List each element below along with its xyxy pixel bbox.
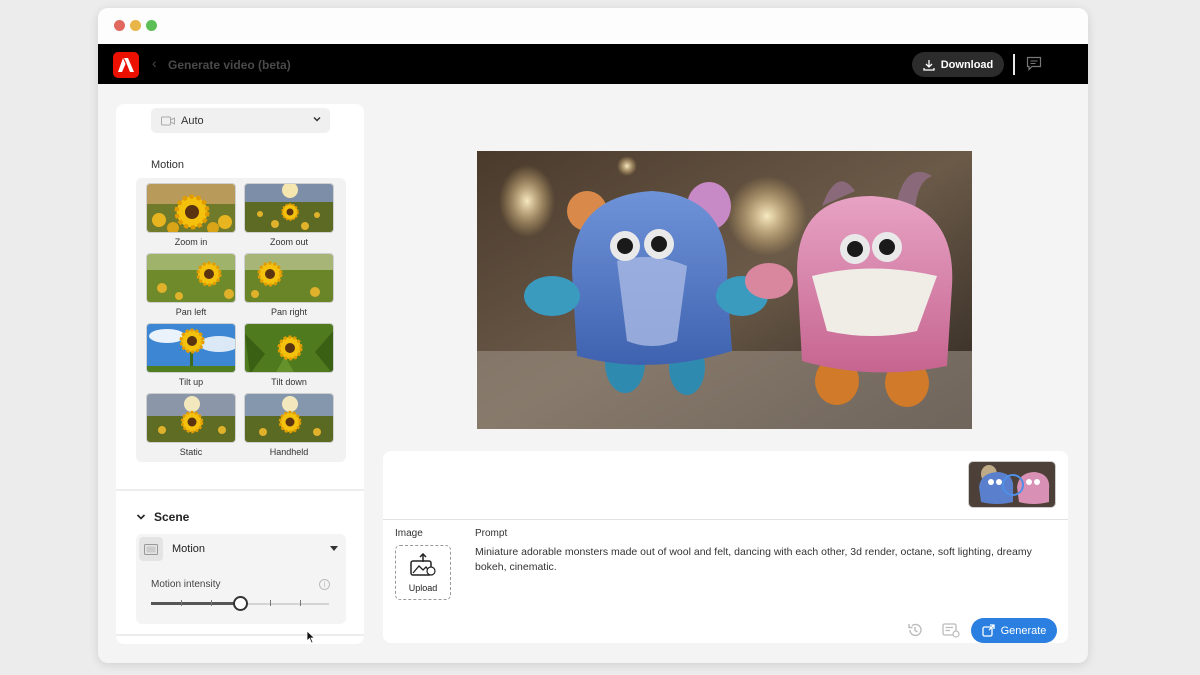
motion-intensity-label: Motion intensity [151,579,221,590]
upload-image-icon [410,552,436,576]
scene-section-title: Scene [154,510,190,524]
page-title: Generate video (beta) [168,58,291,72]
info-icon[interactable]: i [319,579,330,590]
caret-down-icon [330,546,338,551]
prompt-panel: Image Prompt Upload Miniature adorable m… [383,451,1068,643]
preset-label: Tilt down [271,377,307,387]
upload-image-button[interactable]: Upload [395,545,451,600]
slider-tick [211,600,212,606]
preset-label: Zoom in [174,237,208,247]
preset-label: Tilt up [178,377,204,387]
preset-label: Zoom out [269,237,309,247]
prompt-settings-icon[interactable] [942,622,960,638]
chevron-down-icon [136,514,146,520]
download-label: Download [940,58,994,71]
download-icon [923,59,935,71]
chevron-down-icon [313,116,321,122]
sidebar-divider [116,489,364,491]
preset-label: Pan left [175,307,207,317]
prompt-label: Prompt [475,528,508,539]
motion-intensity-slider[interactable] [151,596,329,611]
preset-thumbnail [146,183,236,233]
motion-preset-pan-left[interactable]: Pan left [146,253,236,317]
slider-tick [270,600,271,606]
generate-button[interactable]: Generate [971,618,1057,643]
app-header: ‹ Generate video (beta) Download [98,44,1088,84]
motion-preset-zoom-out[interactable]: Zoom out [244,183,334,247]
motion-preset-tilt-down[interactable]: Tilt down [244,323,334,387]
motion-preset-tilt-up[interactable]: Tilt up [146,323,236,387]
preset-label: Pan right [270,307,308,317]
preset-thumbnail [244,183,334,233]
scene-type-value: Motion [172,543,206,555]
slider-tick [300,600,301,606]
motion-heading: Motion [151,159,185,171]
preset-label: Static [179,447,203,457]
window-titlebar [98,8,1088,44]
feedback-icon[interactable] [1026,56,1042,71]
motion-preset-pan-right[interactable]: Pan right [244,253,334,317]
upload-label: Upload [408,583,438,593]
download-button[interactable]: Download [912,52,1004,77]
minimize-window-button[interactable] [130,20,141,31]
motion-preset-zoom-in[interactable]: Zoom in [146,183,236,247]
motion-preset-grid: Zoom in Zoom out Pan left Pan right Tilt… [136,178,346,462]
prompt-textarea[interactable]: Miniature adorable monsters made out of … [475,545,1055,575]
image-label: Image [395,528,423,539]
sidebar-divider [116,634,364,636]
maximize-window-button[interactable] [146,20,157,31]
preset-thumbnail [244,323,334,373]
scene-section-toggle[interactable]: Scene [136,510,189,524]
slider-tick [181,600,182,606]
camera-icon [161,116,175,125]
app-window: ‹ Generate video (beta) Download Auto Mo… [98,8,1088,663]
slider-fill [151,602,240,605]
history-icon[interactable] [907,622,923,638]
generate-label: Generate [1000,624,1047,637]
preset-thumbnail [244,253,334,303]
adobe-logo-icon[interactable] [113,52,139,78]
preset-thumbnail [146,393,236,443]
settings-sidebar: Auto Motion Zoom in Zoom out Pan left Pa… [116,104,364,644]
generate-icon [981,624,995,637]
camera-select-dropdown[interactable]: Auto [151,108,330,133]
video-preview[interactable] [477,151,972,429]
preset-thumbnail [146,253,236,303]
preset-thumbnail [146,323,236,373]
header-divider [1013,54,1015,75]
motion-preset-handheld[interactable]: Handheld [244,393,334,457]
slider-handle[interactable] [233,596,248,611]
camera-select-value: Auto [181,114,204,127]
scene-type-icon [139,537,163,561]
close-window-button[interactable] [114,20,125,31]
mouse-cursor-icon [306,630,316,644]
motion-preset-static[interactable]: Static [146,393,236,457]
generated-video-thumbnail[interactable] [968,461,1056,508]
back-chevron-icon[interactable]: ‹ [152,55,157,71]
preset-label: Handheld [269,447,309,457]
scene-settings-card: Motion Motion intensity i [136,534,346,624]
scene-type-dropdown[interactable]: Motion [136,534,346,564]
preset-thumbnail [244,393,334,443]
panel-divider [383,519,1068,520]
